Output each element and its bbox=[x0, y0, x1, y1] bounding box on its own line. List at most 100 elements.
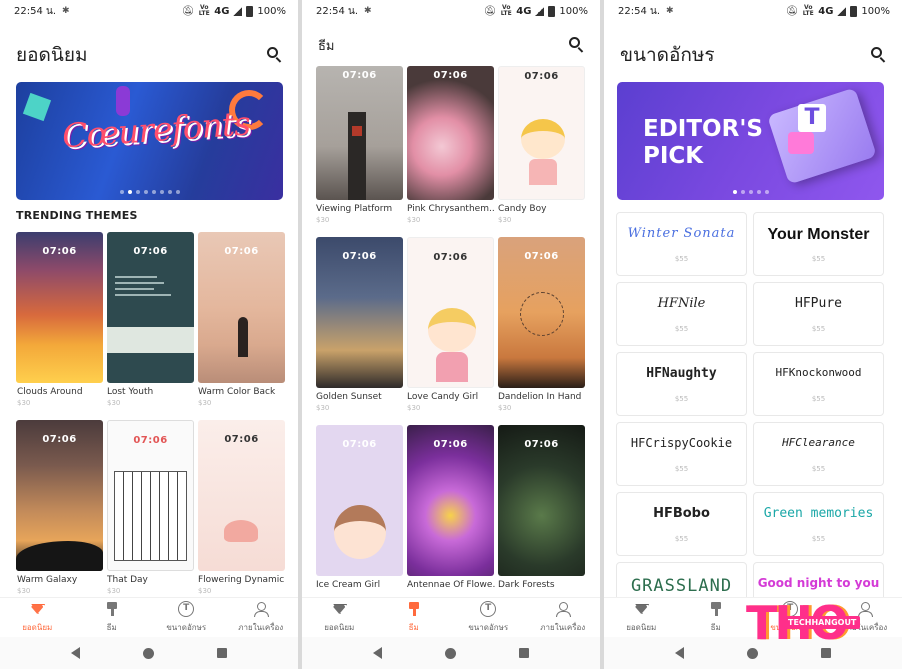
theme-thumbnail[interactable]: 07:06 bbox=[498, 425, 585, 576]
bottom-nav: ยอดนิยม ธีม Tขนาดอักษร ภายในเครื่อง bbox=[0, 597, 298, 637]
theme-thumbnail[interactable]: 07:06 bbox=[16, 420, 103, 571]
font-price: $55 bbox=[617, 325, 746, 333]
volte-badge: Vo LTE bbox=[802, 5, 814, 17]
font-name-preview: HFCrispyCookie bbox=[617, 436, 746, 450]
thumb-dandelion bbox=[520, 292, 564, 336]
font-name-preview: Winter Sonata bbox=[617, 226, 746, 241]
nav-themes[interactable]: ธีม bbox=[75, 598, 150, 637]
theme-price: $30 bbox=[407, 216, 420, 224]
thumb-character bbox=[334, 505, 386, 559]
theme-thumbnail[interactable]: 07:06 bbox=[107, 232, 194, 383]
thumb-clock: 07:06 bbox=[108, 435, 193, 446]
theme-price: $30 bbox=[316, 404, 329, 412]
battery-icon bbox=[548, 6, 555, 17]
back-icon[interactable] bbox=[675, 647, 684, 659]
font-card[interactable]: Your Monster$55 bbox=[753, 212, 884, 276]
nav-popular[interactable]: ยอดนิยม bbox=[604, 598, 679, 637]
back-icon[interactable] bbox=[373, 647, 382, 659]
theme-name: Dark Forests bbox=[498, 580, 586, 590]
mute-icon: 🔕︎ bbox=[182, 6, 195, 17]
diamond-icon bbox=[633, 601, 649, 617]
font-card[interactable]: HFCrispyCookie$55 bbox=[616, 422, 747, 486]
network-type: 4G bbox=[818, 6, 833, 17]
banner-pagination bbox=[16, 190, 283, 194]
font-price: $55 bbox=[754, 395, 883, 403]
thumb-clock: 07:06 bbox=[498, 251, 585, 262]
nav-local[interactable]: ภายในเครื่อง bbox=[526, 598, 601, 637]
nav-fonts[interactable]: Tขนาดอักษร bbox=[451, 598, 526, 637]
section-title: TRENDING THEMES bbox=[16, 209, 138, 222]
techhangout-watermark-logo: THO TECHHANGOUT bbox=[746, 596, 878, 650]
theme-thumbnail[interactable]: 07:06 bbox=[407, 425, 494, 576]
page-header: ขนาดอักษร bbox=[604, 40, 902, 70]
back-icon[interactable] bbox=[71, 647, 80, 659]
screen-themes: 22:54 น. ✱ 🔕︎ Vo LTE 4G 100% ธีม 07:06 0… bbox=[302, 0, 600, 669]
font-card[interactable]: HFNaughty$55 bbox=[616, 352, 747, 416]
search-icon[interactable] bbox=[266, 46, 284, 64]
nav-popular[interactable]: ยอดนิยม bbox=[0, 598, 75, 637]
theme-price: $30 bbox=[107, 399, 120, 407]
home-icon[interactable] bbox=[445, 648, 456, 659]
search-icon[interactable] bbox=[870, 46, 888, 64]
banner-title: EDITOR'S PICK bbox=[643, 116, 773, 170]
theme-thumbnail[interactable]: 07:06 bbox=[316, 237, 403, 388]
theme-thumbnail[interactable]: 07:06 bbox=[407, 66, 494, 200]
theme-thumbnail[interactable]: 07:06 bbox=[407, 237, 494, 388]
theme-thumbnail[interactable]: 07:06 bbox=[498, 66, 585, 200]
signal-icon bbox=[837, 7, 846, 16]
font-card[interactable]: Green memories$55 bbox=[753, 492, 884, 556]
theme-name: Flowering Dynamic bbox=[198, 575, 286, 585]
nav-themes[interactable]: ธีม bbox=[377, 598, 452, 637]
search-icon[interactable] bbox=[568, 36, 586, 54]
theme-price: $30 bbox=[198, 399, 211, 407]
theme-thumbnail[interactable]: 07:06 bbox=[198, 420, 285, 571]
editors-pick-banner[interactable]: T EDITOR'S PICK bbox=[617, 82, 884, 200]
home-icon[interactable] bbox=[143, 648, 154, 659]
font-price: $55 bbox=[617, 535, 746, 543]
thumb-clock: 07:06 bbox=[316, 70, 403, 81]
theme-name: Dandelion In Hand bbox=[498, 392, 586, 402]
font-card[interactable]: HFClearance$55 bbox=[753, 422, 884, 486]
font-name-preview: HFNile bbox=[617, 296, 746, 311]
theme-name: Ice Cream Girl bbox=[316, 580, 404, 590]
theme-thumbnail[interactable]: 07:06 bbox=[316, 66, 403, 200]
network-type: 4G bbox=[214, 6, 229, 17]
signal-icon bbox=[535, 7, 544, 16]
theme-thumbnail[interactable]: 07:06 bbox=[107, 420, 194, 571]
page-header: ธีม bbox=[302, 32, 600, 58]
font-name-preview: HFBobo bbox=[617, 506, 746, 521]
font-card[interactable]: HFKnockonwood $55 bbox=[753, 352, 884, 416]
font-name-preview: Your Monster bbox=[754, 226, 883, 244]
system-nav-bar bbox=[302, 637, 600, 669]
font-name-preview: Green memories bbox=[754, 506, 883, 521]
recent-apps-icon[interactable] bbox=[519, 648, 529, 658]
decor-shape bbox=[23, 93, 51, 121]
theme-thumbnail[interactable]: 07:06 bbox=[16, 232, 103, 383]
nav-local[interactable]: ภายในเครื่อง bbox=[224, 598, 299, 637]
theme-thumbnail[interactable]: 07:06 bbox=[198, 232, 285, 383]
theme-name: Antennae Of Flowe... bbox=[407, 580, 495, 590]
network-type: 4G bbox=[516, 6, 531, 17]
font-card[interactable]: Winter Sonata$55 bbox=[616, 212, 747, 276]
nav-popular[interactable]: ยอดนิยม bbox=[302, 598, 377, 637]
font-card[interactable]: HFPure$55 bbox=[753, 282, 884, 346]
nav-fonts[interactable]: Tขนาดอักษร bbox=[149, 598, 224, 637]
font-card[interactable]: HFBobo $55 bbox=[616, 492, 747, 556]
nav-label: ยอดนิยม bbox=[324, 621, 354, 634]
thumb-character-body bbox=[529, 159, 557, 185]
font-name-preview: HFKnockonwood bbox=[754, 366, 883, 379]
theme-thumbnail[interactable]: 07:06 bbox=[498, 237, 585, 388]
system-nav-bar bbox=[0, 637, 298, 669]
font-card[interactable]: HFNile $55 bbox=[616, 282, 747, 346]
theme-name: Warm Galaxy bbox=[17, 575, 105, 585]
theme-price: $30 bbox=[17, 399, 30, 407]
thumb-clock: 07:06 bbox=[16, 246, 103, 257]
nav-themes[interactable]: ธีม bbox=[679, 598, 754, 637]
recent-apps-icon[interactable] bbox=[217, 648, 227, 658]
brush-icon bbox=[104, 601, 120, 617]
promo-banner[interactable]: Cœurefonts bbox=[16, 82, 283, 200]
page-title: ธีม bbox=[318, 35, 335, 56]
font-name-preview: HFClearance bbox=[754, 436, 883, 449]
theme-thumbnail[interactable]: 07:06 bbox=[316, 425, 403, 576]
status-time: 22:54 น. bbox=[14, 4, 56, 19]
